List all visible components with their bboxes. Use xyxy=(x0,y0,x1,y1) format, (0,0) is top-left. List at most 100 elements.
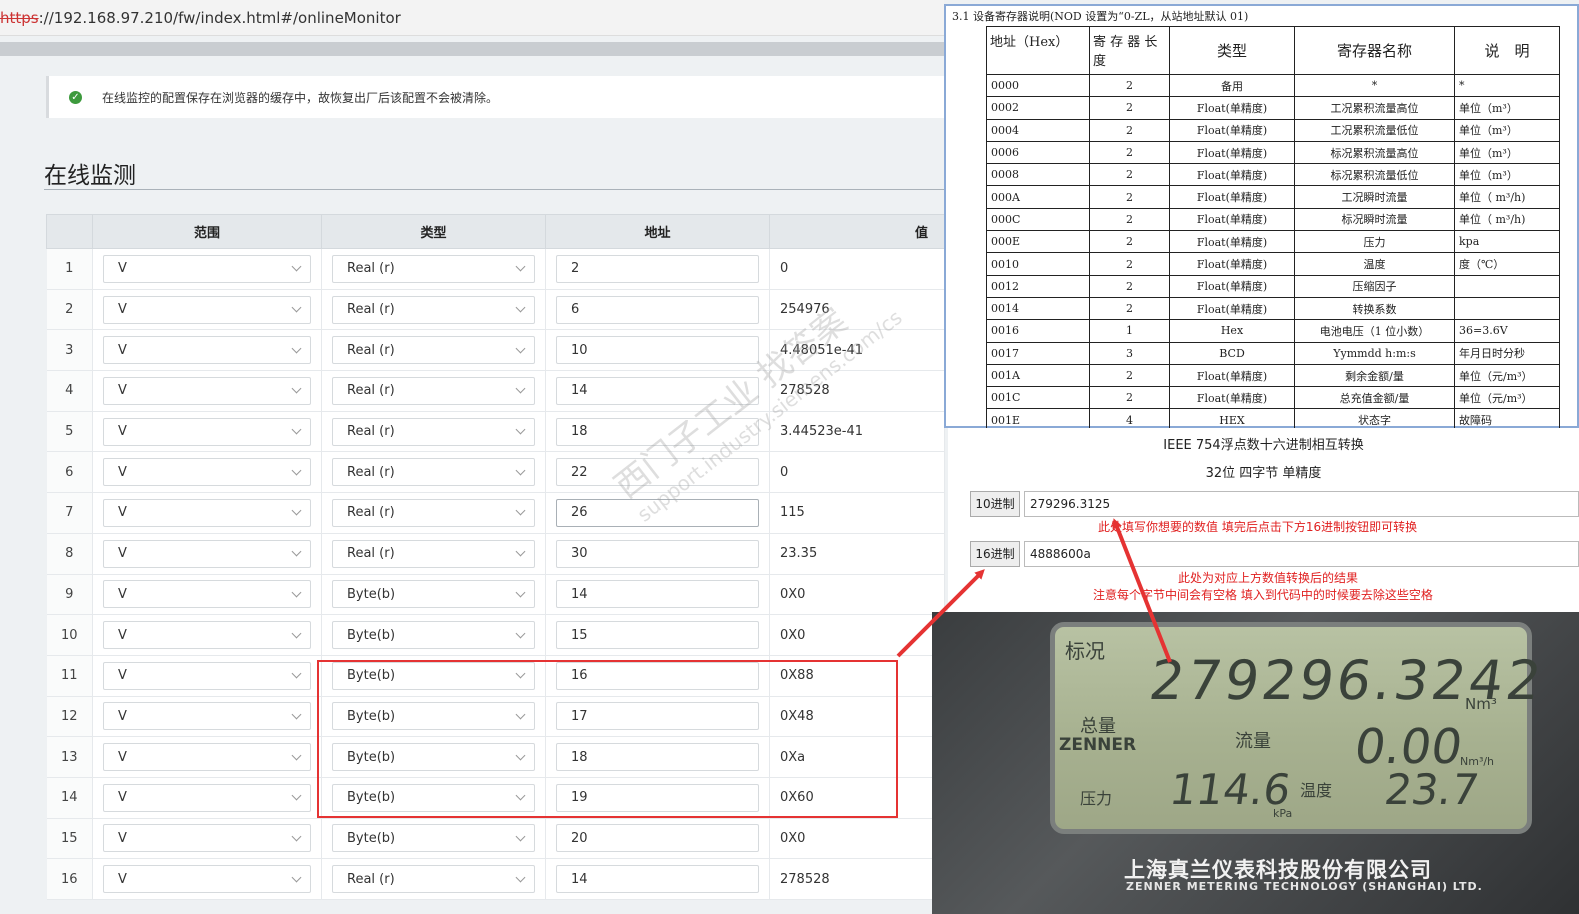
address-input[interactable]: 14 xyxy=(556,580,759,609)
range-select[interactable]: V xyxy=(103,417,311,446)
register-row: 0006 2 Float(单精度) 标况累积流量高位 单位（m³） xyxy=(986,140,1560,165)
chevron-down-icon xyxy=(291,668,302,679)
value-cell: 0X0 xyxy=(769,614,945,656)
hex-button[interactable]: 16进制 xyxy=(970,541,1020,567)
range-select[interactable]: V xyxy=(103,824,311,853)
address-input[interactable]: 15 xyxy=(556,621,759,650)
range-cell: V xyxy=(92,370,322,412)
type-select[interactable]: Real (r) xyxy=(332,295,535,324)
hex-input[interactable]: 4888600a xyxy=(1024,541,1579,567)
type-select[interactable]: Real (r) xyxy=(332,865,535,894)
register-len: 2 xyxy=(1089,230,1170,254)
type-value: Real (r) xyxy=(347,342,395,358)
register-len: 2 xyxy=(1089,73,1170,98)
range-value: V xyxy=(118,342,127,358)
register-name: 工况累积流量低位 xyxy=(1294,118,1455,142)
type-select[interactable]: Real (r) xyxy=(332,539,535,568)
register-type: Float(单精度) xyxy=(1169,296,1295,321)
register-addr: 0012 xyxy=(986,274,1090,298)
range-select[interactable]: V xyxy=(103,580,311,609)
type-value: Real (r) xyxy=(347,261,395,277)
range-select[interactable]: V xyxy=(103,865,311,894)
chevron-down-icon xyxy=(291,546,302,557)
chevron-down-icon xyxy=(291,750,302,761)
register-len: 2 xyxy=(1089,163,1170,187)
register-type: Float(单精度) xyxy=(1169,185,1295,209)
address-input[interactable]: 6 xyxy=(556,295,759,324)
type-select[interactable]: Byte(b) xyxy=(332,824,535,853)
register-row: 0017 3 BCD Yymmdd h:m:s 年月日时分秒 xyxy=(986,341,1560,365)
range-select[interactable]: V xyxy=(103,539,311,568)
type-select[interactable]: Byte(b) xyxy=(332,621,535,650)
register-row: 0016 1 Hex 电池电压（1 位小数） 36=3.6V xyxy=(986,319,1560,343)
range-cell: V xyxy=(92,818,322,860)
address-bar[interactable]: https://192.168.97.210/fw/index.html#/on… xyxy=(0,0,944,36)
chevron-down-icon xyxy=(291,465,302,476)
register-len: 2 xyxy=(1089,118,1170,142)
range-cell: V xyxy=(92,289,322,331)
chevron-down-icon xyxy=(515,628,526,638)
table-row: 7 V Real (r) 26 115 xyxy=(46,492,945,534)
type-value: Byte(b) xyxy=(347,627,396,643)
range-cell: V xyxy=(92,614,322,656)
chevron-down-icon xyxy=(291,790,302,801)
address-input[interactable]: 10 xyxy=(556,336,759,365)
register-doc: 3.1 设备寄存器说明(NOD 设置为“0-ZL，从站地址默认 01) 地址（H… xyxy=(944,4,1579,432)
address-input[interactable]: 20 xyxy=(556,824,759,853)
type-select[interactable]: Real (r) xyxy=(332,336,535,365)
range-select[interactable]: V xyxy=(103,621,311,650)
info-notice: ✓ 在线监控的配置保存在浏览器的缓存中，故恢复出厂后该配置不会被清除。 xyxy=(46,76,944,118)
type-cell: Real (r) xyxy=(321,248,546,290)
type-cell: Real (r) xyxy=(321,451,546,494)
type-select[interactable]: Byte(b) xyxy=(332,580,535,609)
address-cell: 20 xyxy=(545,818,770,860)
dec-button[interactable]: 10进制 xyxy=(970,491,1020,517)
row-index: 2 xyxy=(46,289,93,331)
header-type: 类型 xyxy=(321,214,546,249)
type-select[interactable]: Real (r) xyxy=(332,254,535,283)
range-select[interactable]: V xyxy=(103,376,311,405)
register-addr: 0002 xyxy=(986,96,1090,120)
lcd-label-flow: 流量 xyxy=(1235,731,1271,752)
range-value: V xyxy=(118,749,127,765)
range-select[interactable]: V xyxy=(103,743,311,772)
range-select[interactable]: V xyxy=(103,254,311,283)
range-value: V xyxy=(118,871,127,887)
register-name: * xyxy=(1294,73,1455,98)
register-desc xyxy=(1454,274,1560,298)
table-row: 16 V Real (r) 14 278528 xyxy=(46,858,945,900)
dec-input[interactable]: 279296.3125 xyxy=(1024,491,1579,517)
type-select[interactable]: Real (r) xyxy=(332,498,535,527)
range-select[interactable]: V xyxy=(103,295,311,324)
register-type: Float(单精度) xyxy=(1169,140,1295,165)
header-value: 值 xyxy=(769,214,945,249)
address-input[interactable]: 2 xyxy=(556,254,759,283)
type-select[interactable]: Real (r) xyxy=(332,417,535,446)
register-header-name: 寄存器名称 xyxy=(1294,26,1455,75)
register-name: 转换系数 xyxy=(1294,296,1455,321)
info-check-icon: ✓ xyxy=(69,90,82,104)
range-select[interactable]: V xyxy=(103,661,311,690)
type-select[interactable]: Real (r) xyxy=(332,458,535,487)
type-value: Real (r) xyxy=(347,546,395,562)
range-cell: V xyxy=(92,533,322,575)
register-name: 压缩因子 xyxy=(1294,274,1455,298)
register-name: 标况累积流量高位 xyxy=(1294,140,1455,165)
range-cell: V xyxy=(92,451,322,494)
register-header-addr: 地址（Hex） xyxy=(986,26,1090,75)
range-value: V xyxy=(118,546,127,562)
chevron-down-icon xyxy=(515,302,526,313)
row-index: 12 xyxy=(46,696,93,738)
type-select[interactable]: Real (r) xyxy=(332,376,535,405)
range-select[interactable]: V xyxy=(103,336,311,365)
range-cell: V xyxy=(92,777,322,819)
address-input[interactable]: 30 xyxy=(556,539,759,568)
range-select[interactable]: V xyxy=(103,702,311,731)
range-cell: V xyxy=(92,411,322,453)
range-select[interactable]: V xyxy=(103,498,311,527)
register-addr: 001A xyxy=(986,363,1090,388)
range-select[interactable]: V xyxy=(103,783,311,812)
address-input[interactable]: 14 xyxy=(556,865,759,894)
type-value: Real (r) xyxy=(347,505,395,521)
range-select[interactable]: V xyxy=(103,458,311,487)
